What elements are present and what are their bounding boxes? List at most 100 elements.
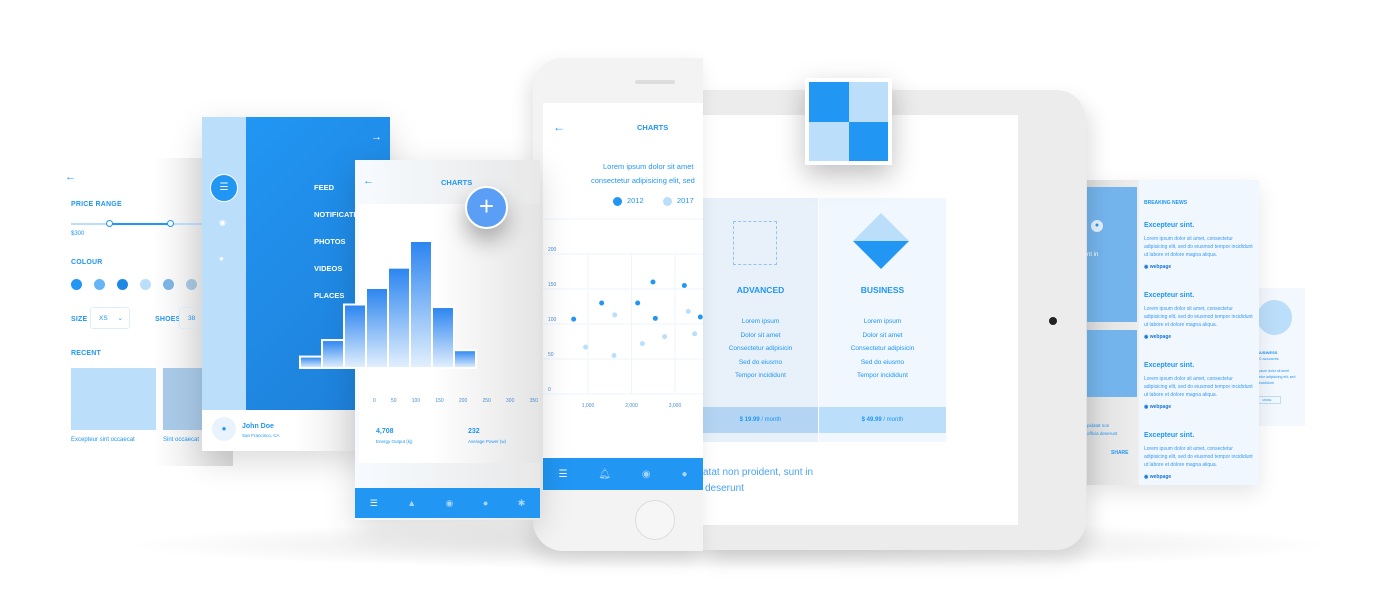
- colour-swatch[interactable]: [186, 279, 197, 290]
- pricing-plan-card[interactable]: BUSINESS Lorem ipsum Dolor sit amet Consect…: [819, 198, 946, 442]
- x-tick-label: 200: [458, 398, 468, 404]
- scatter-point-2017: [583, 344, 589, 350]
- legend-2012-swatch: [613, 196, 622, 206]
- plan-period: / month: [761, 417, 782, 423]
- y-tick-label: 0: [548, 387, 551, 393]
- shoes-value: 38: [188, 315, 196, 322]
- menu-item[interactable]: FEED: [314, 183, 334, 192]
- legend-2017-label: 2017: [677, 196, 694, 205]
- plan-feature: Lorem ipsum: [741, 318, 780, 325]
- user-icon[interactable]: ●: [219, 254, 224, 263]
- price-min-value: $300: [71, 231, 85, 237]
- slider-handle-max[interactable]: [167, 220, 175, 227]
- recent-label: RECENT: [71, 350, 101, 357]
- news-link-label: webpage: [1149, 474, 1172, 480]
- histogram-bar: [453, 349, 477, 370]
- compass-icon[interactable]: ◉: [219, 218, 226, 227]
- size-select[interactable]: XS ⌄: [90, 307, 130, 329]
- news-item[interactable]: Excepteur sint. Lorem ipsum dolor sit am…: [1087, 180, 1259, 270]
- plan-price-bar[interactable]: $ 19.99 / month: [703, 407, 818, 433]
- x-tick-label: 300: [506, 398, 515, 404]
- price-slider-fill: [109, 223, 171, 225]
- x-tick-label: 0: [373, 398, 376, 404]
- legend-2017-swatch: [663, 196, 672, 206]
- colour-swatch[interactable]: [94, 279, 105, 290]
- scatter-point-2012: [681, 283, 687, 288]
- scatter-point-2017: [639, 341, 645, 347]
- feed-icon[interactable]: ☰: [370, 498, 378, 509]
- y-tick-label: 200: [548, 247, 557, 253]
- back-arrow-icon[interactable]: ←: [553, 120, 565, 134]
- histogram-bar: [409, 240, 433, 369]
- phone-intro-1: Lorem ipsum dolor sit amet: [603, 162, 694, 171]
- compass-icon[interactable]: ◉: [446, 498, 454, 509]
- plan-price-bar[interactable]: $ 49.99 / month: [819, 407, 946, 433]
- plan-feature: Dolor sit amet: [862, 331, 903, 339]
- app-logo: [805, 78, 892, 165]
- news-link[interactable]: ◉ webpage: [1144, 474, 1171, 480]
- back-arrow-icon[interactable]: ←: [65, 171, 76, 183]
- home-button[interactable]: [635, 500, 675, 540]
- histogram-x-axis: 0 50 100 150 200 250 300 350: [373, 398, 538, 404]
- scatter-point-2017: [662, 334, 668, 340]
- legend-2017[interactable]: 2017: [663, 196, 694, 206]
- back-arrow-icon[interactable]: ←: [363, 175, 374, 187]
- card-title: CHARTS: [441, 178, 473, 187]
- user-icon[interactable]: ●: [483, 498, 488, 508]
- scatter-point-2017: [685, 308, 691, 314]
- legend-2012[interactable]: 2012: [613, 196, 644, 206]
- news-item[interactable]: Excepteur sint. Lorem ipsum dolor sit am…: [1087, 250, 1259, 340]
- scatter-point-2012: [635, 300, 641, 306]
- histogram-bar: [343, 303, 367, 369]
- news-title: Excepteur sint.: [1144, 362, 1195, 369]
- legend-2012-label: 2012: [627, 196, 644, 205]
- compass-icon[interactable]: ◉: [642, 469, 651, 480]
- feed-icon[interactable]: ☰: [558, 469, 567, 480]
- recent-item-caption: Excepteur sint occaecat: [71, 437, 135, 443]
- stat-value: 4,708: [376, 428, 394, 435]
- pricing-plan-card[interactable]: ADVANCED Lorem ipsum Dolor sit amet Consect…: [703, 198, 818, 442]
- phone-intro-2: consectetur adipisicing elit, sed: [591, 176, 695, 185]
- phone-title: CHARTS: [637, 123, 669, 132]
- x-tick-label: 2,000: [625, 403, 638, 409]
- phone-speaker: [635, 80, 675, 84]
- side-card-title: BUSINESS: [1257, 350, 1278, 355]
- user-icon[interactable]: ●: [681, 469, 687, 480]
- plan-price: $ 49.99: [861, 417, 882, 423]
- recent-item-image[interactable]: [71, 368, 156, 430]
- globe-icon: ◉: [1144, 474, 1149, 480]
- scatter-point-2012: [697, 314, 703, 320]
- news-item[interactable]: Excepteur sint. Lorem ipsum dolor sit am…: [1087, 320, 1259, 410]
- histogram-bar: [321, 339, 345, 369]
- user-name: John Doe: [242, 423, 274, 430]
- card-bottom-nav: ☰ ▲ ◉ ● ✱: [355, 488, 540, 518]
- add-button[interactable]: +: [465, 186, 508, 229]
- colour-swatch[interactable]: [117, 279, 128, 290]
- tablet-text-line-1: atat non proident, sunt in: [703, 467, 814, 478]
- scatter-point-2012: [652, 315, 658, 321]
- size-label: SIZE: [71, 316, 88, 323]
- colour-swatch[interactable]: [163, 279, 174, 290]
- phone-bottom-nav: ☰ 🔔︎ ◉ ●: [543, 458, 703, 490]
- gear-icon[interactable]: ✱: [518, 498, 526, 509]
- news-item[interactable]: Excepteur sint. Lorem ipsum dolor sit am…: [1087, 390, 1259, 480]
- histogram-bar: [299, 355, 323, 369]
- slider-handle-min[interactable]: [106, 220, 114, 227]
- stat-label: Average Power (w): [468, 439, 507, 444]
- bell-icon[interactable]: 🔔︎: [598, 469, 611, 480]
- drawer-rail: ☰ ◉ ●: [202, 117, 246, 410]
- size-value: XS: [99, 315, 108, 322]
- scatter-point-2012: [599, 300, 605, 306]
- histogram-bar: [387, 266, 411, 370]
- x-tick-label: 250: [482, 398, 491, 404]
- feed-icon[interactable]: ☰: [210, 174, 238, 202]
- x-tick-label: 50: [391, 398, 397, 404]
- news-panel: ● nt in pidatat non officia deserunt SHA…: [1087, 180, 1259, 485]
- bell-icon[interactable]: ▲: [407, 498, 416, 508]
- plan-feature: Sed do eiusmo: [738, 358, 783, 366]
- scatter-point-2017: [612, 312, 618, 318]
- colour-swatch[interactable]: [71, 279, 82, 290]
- colour-swatch[interactable]: [140, 279, 151, 290]
- arrow-right-icon[interactable]: →: [371, 131, 382, 143]
- scatter-point-2017: [611, 353, 617, 358]
